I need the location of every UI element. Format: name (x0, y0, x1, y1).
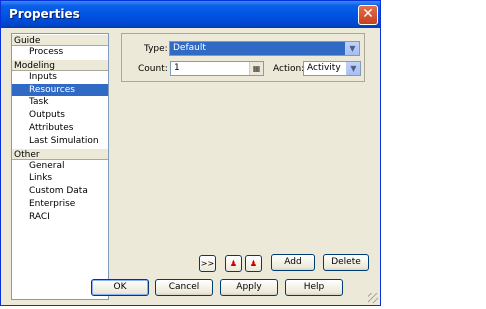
chevron-down-icon[interactable]: ▼ (346, 62, 360, 75)
nav-item-outputs[interactable]: Outputs (12, 109, 108, 122)
more-button[interactable]: >> (199, 255, 216, 272)
title-bar[interactable]: Properties ✕ (1, 1, 380, 28)
help-button[interactable]: Help (285, 279, 343, 296)
nav-item-process[interactable]: Process (12, 46, 108, 59)
apply-button[interactable]: Apply (220, 279, 278, 296)
type-label: Type: (144, 44, 168, 54)
group-header-other: Other (12, 147, 108, 160)
nav-item-resources[interactable]: Resources (12, 83, 108, 97)
close-button[interactable]: ✕ (358, 5, 378, 25)
ok-button[interactable]: OK (91, 279, 149, 296)
group-header-modeling: Modeling (12, 58, 108, 71)
add-button[interactable]: Add (271, 254, 315, 271)
calculator-icon[interactable]: ▦ (249, 62, 263, 75)
nav-item-inputs[interactable]: Inputs (12, 71, 108, 84)
category-list: Guide Process Modeling Inputs Resources Task O… (11, 33, 109, 300)
type-value: Default (173, 43, 206, 53)
delete-button[interactable]: Delete (323, 254, 369, 271)
count-value: 1 (174, 63, 180, 73)
resource-properties-panel: Type: Default ▼ Count: 1 ▦ Action: Activ… (121, 33, 365, 82)
close-icon: ✕ (362, 6, 374, 22)
nav-item-task[interactable]: Task (12, 96, 108, 109)
count-input[interactable]: 1 ▦ (170, 61, 264, 76)
nav-item-attributes[interactable]: Attributes (12, 122, 108, 135)
nav-item-general[interactable]: General (12, 160, 108, 173)
nav-item-enterprise[interactable]: Enterprise (12, 198, 108, 211)
type-select[interactable]: Default ▼ (169, 41, 360, 56)
cancel-button[interactable]: Cancel (155, 279, 213, 296)
nav-item-custom-data[interactable]: Custom Data (12, 185, 108, 198)
resize-grip-icon[interactable] (368, 293, 378, 303)
action-label: Action: (273, 64, 305, 74)
action-select[interactable]: Activity ▼ (303, 61, 361, 76)
nav-item-last-simulation[interactable]: Last Simulation (12, 135, 108, 148)
group-header-guide: Guide (12, 34, 108, 46)
action-value: Activity (307, 63, 341, 73)
remove-person-icon[interactable]: ♟ (245, 255, 262, 272)
window-title: Properties (9, 7, 80, 21)
chevron-down-icon[interactable]: ▼ (345, 42, 359, 55)
properties-dialog: Properties ✕ Guide Process Modeling Inputs R… (0, 0, 381, 306)
nav-item-links[interactable]: Links (12, 172, 108, 185)
count-label: Count: (138, 64, 168, 74)
add-person-icon[interactable]: ♟ (225, 255, 242, 272)
nav-item-raci[interactable]: RACI (12, 211, 108, 224)
